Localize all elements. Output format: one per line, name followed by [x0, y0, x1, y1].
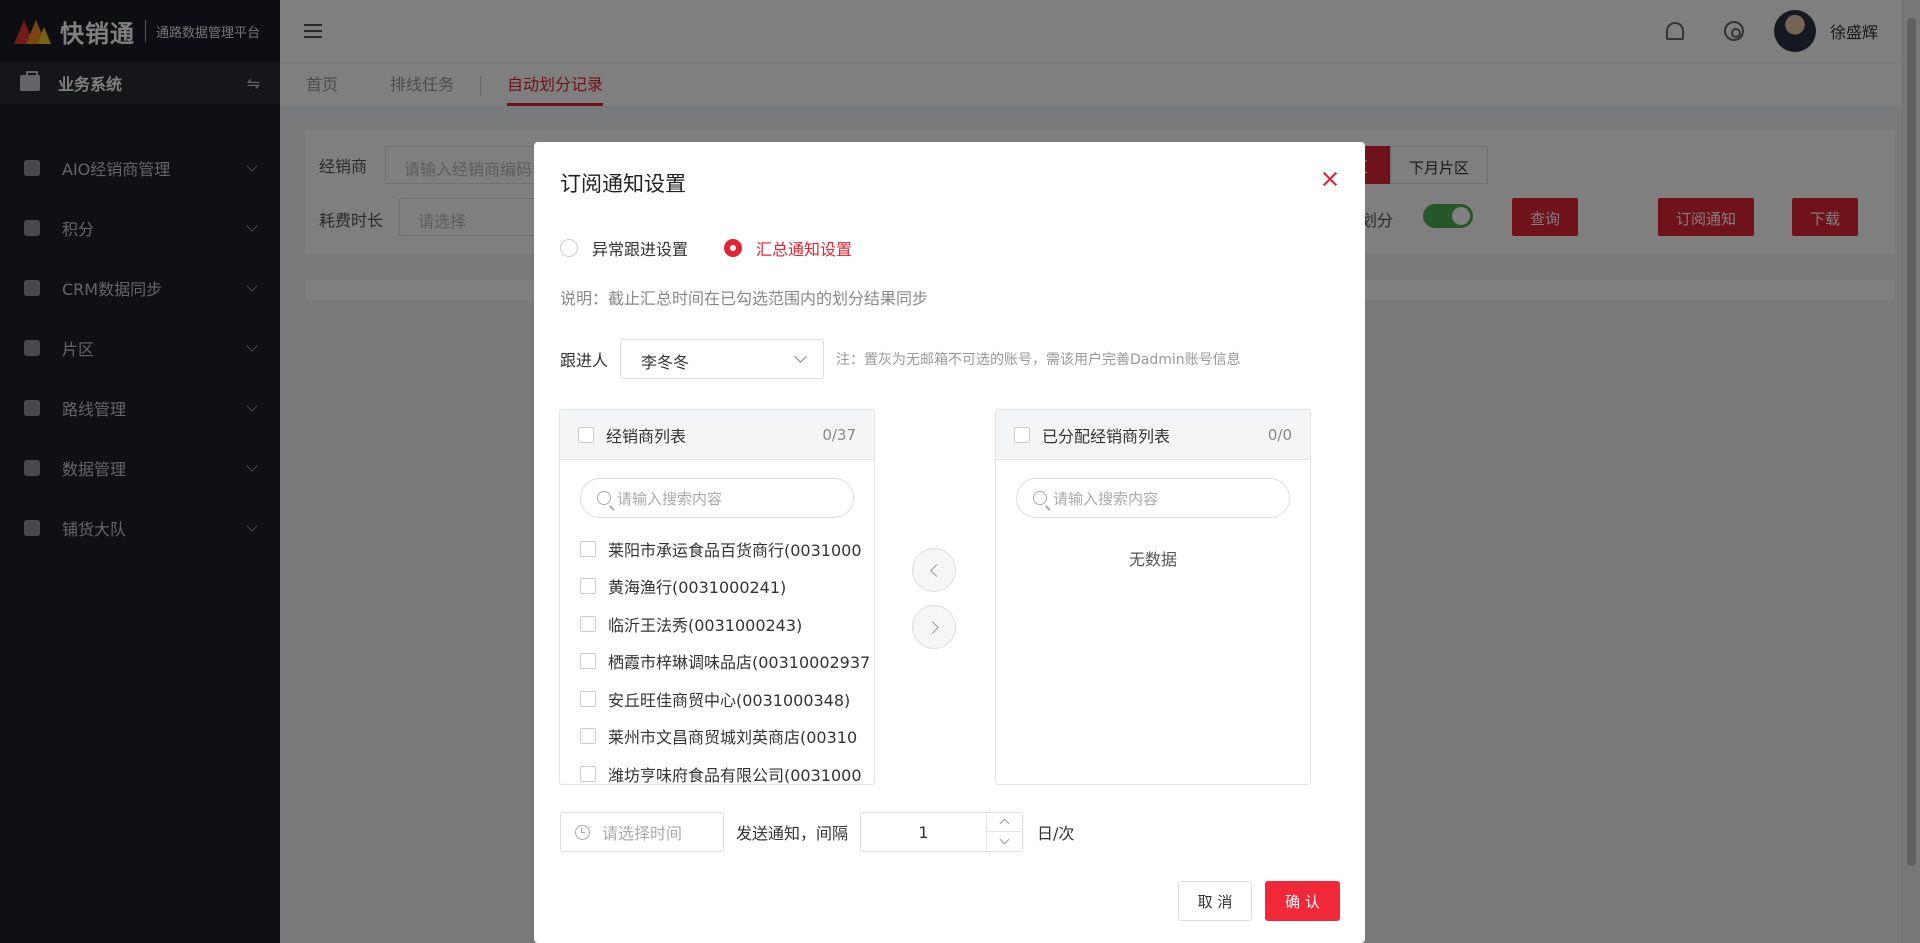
interval-stepper[interactable]: 1 — [860, 812, 1024, 852]
assigned-dealer-list-panel: 已分配经销商列表 0/0 请输入搜索内容 无数据 — [995, 409, 1311, 785]
follower-note: 注：置灰为无邮箱不可选的账号，需该用户完善Dadmin账号信息 — [836, 352, 1241, 368]
follower-value: 李冬冬 — [641, 353, 690, 372]
list-item[interactable]: 莱州市文昌商贸城刘英商店(00310 — [580, 718, 874, 756]
radio-circle-icon — [560, 239, 578, 257]
list-item-label: 莱州市文昌商贸城刘英商店(00310 — [608, 728, 858, 748]
chevron-up-icon[interactable] — [987, 813, 1023, 832]
send-interval-label: 发送通知，间隔 — [736, 824, 849, 843]
chevron-down-icon[interactable] — [987, 832, 1022, 851]
list-item-label: 临沂王法秀(0031000243) — [608, 615, 803, 635]
item-checkbox[interactable] — [580, 615, 596, 632]
radio-checked-icon — [724, 239, 743, 257]
assigned-list-title: 已分配经销商列表 — [1042, 426, 1171, 446]
item-checkbox[interactable] — [580, 540, 596, 557]
assigned-search-input[interactable]: 请输入搜索内容 — [1016, 478, 1290, 518]
dealer-list-panel: 经销商列表 0/37 请输入搜索内容 莱阳市承运食品百货商行(0031000 黄… — [559, 409, 875, 785]
item-checkbox[interactable] — [580, 690, 596, 707]
list-item[interactable]: 临沂王法秀(0031000243) — [580, 605, 874, 643]
dealer-list-header: 经销商列表 0/37 — [560, 410, 874, 460]
radio-label: 汇总通知设置 — [756, 240, 853, 259]
item-checkbox[interactable] — [580, 765, 596, 782]
clock-icon — [575, 824, 590, 840]
select-all-checkbox[interactable] — [578, 426, 594, 443]
schedule-row: 请选择时间 发送通知，间隔 1 日/次 — [560, 812, 1074, 852]
empty-state: 无数据 — [1128, 550, 1177, 569]
assigned-list-count: 0/0 — [1267, 425, 1292, 444]
move-left-button[interactable] — [912, 548, 956, 592]
dealer-list-title: 经销商列表 — [606, 426, 687, 446]
list-item[interactable]: 潍坊亨味府食品有限公司(0031000 — [580, 755, 874, 785]
list-item-label: 栖霞市梓琳调味品店(00310002937 — [608, 653, 871, 673]
chevron-down-icon — [794, 350, 807, 363]
list-item-label: 潍坊亨味府食品有限公司(0031000 — [608, 765, 862, 785]
search-icon — [597, 491, 611, 505]
subscribe-settings-dialog: 订阅通知设置 异常跟进设置 汇总通知设置 说明：截止汇总时间在已勾选范围内的划分… — [534, 142, 1365, 943]
radio-summary-notification[interactable]: 汇总通知设置 — [724, 236, 852, 260]
time-placeholder: 请选择时间 — [602, 824, 683, 843]
list-item-label: 安丘旺佳商贸中心(0031000348) — [608, 690, 851, 710]
cancel-button[interactable]: 取 消 — [1178, 881, 1252, 921]
list-item[interactable]: 栖霞市梓琳调味品店(00310002937 — [580, 643, 874, 681]
item-checkbox[interactable] — [580, 578, 596, 595]
follower-label: 跟进人 — [560, 351, 609, 370]
search-placeholder: 请输入搜索内容 — [617, 489, 723, 508]
time-picker-input[interactable]: 请选择时间 — [560, 812, 724, 852]
settings-type-radio-group: 异常跟进设置 汇总通知设置 — [560, 236, 888, 260]
search-placeholder: 请输入搜索内容 — [1053, 489, 1159, 508]
follower-row: 跟进人 李冬冬 注：置灰为无邮箱不可选的账号，需该用户完善Dadmin账号信息 — [560, 339, 1241, 379]
list-item-label: 黄海渔行(0031000241) — [608, 578, 787, 598]
dealer-list[interactable]: 莱阳市承运食品百货商行(0031000 黄海渔行(0031000241) 临沂王… — [560, 530, 874, 785]
confirm-button[interactable]: 确 认 — [1265, 881, 1340, 921]
select-all-checkbox[interactable] — [1014, 426, 1030, 443]
description-text: 说明：截止汇总时间在已勾选范围内的划分结果同步 — [560, 289, 929, 308]
move-right-button[interactable] — [912, 605, 956, 649]
interval-unit-label: 日/次 — [1037, 824, 1075, 843]
item-checkbox[interactable] — [580, 653, 596, 670]
list-item[interactable]: 莱阳市承运食品百货商行(0031000 — [580, 530, 874, 568]
dialog-title: 订阅通知设置 — [560, 172, 686, 196]
dealer-search-input[interactable]: 请输入搜索内容 — [580, 478, 854, 518]
list-item[interactable]: 黄海渔行(0031000241) — [580, 568, 874, 606]
stepper-controls — [986, 813, 1023, 851]
list-item-label: 莱阳市承运食品百货商行(0031000 — [608, 540, 862, 560]
list-item[interactable]: 安丘旺佳商贸中心(0031000348) — [580, 680, 874, 718]
item-checkbox[interactable] — [580, 728, 596, 745]
radio-exception-followup[interactable]: 异常跟进设置 — [560, 236, 688, 260]
dealer-list-count: 0/37 — [822, 425, 856, 444]
close-icon[interactable] — [1321, 170, 1339, 188]
assigned-list-header: 已分配经销商列表 0/0 — [996, 410, 1310, 460]
search-icon — [1033, 491, 1047, 505]
follower-select[interactable]: 李冬冬 — [620, 339, 825, 379]
radio-label: 异常跟进设置 — [592, 240, 689, 259]
